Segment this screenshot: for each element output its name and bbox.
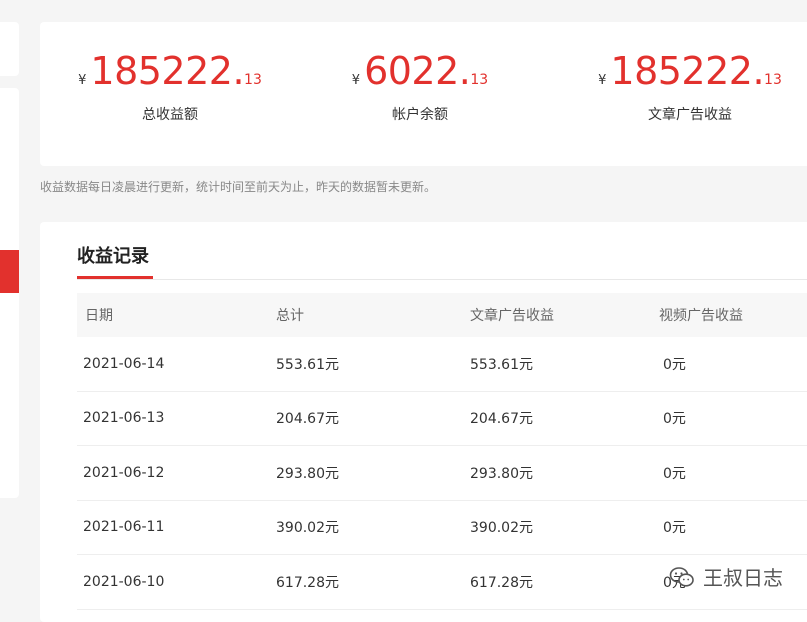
- stat-value-decimal: 13: [470, 72, 489, 88]
- column-header-date: 日期: [85, 308, 113, 324]
- watermark: 王叔日志: [669, 562, 783, 591]
- stats-card: ¥ 185222. 13 总收益额 ¥ 6022. 13 帐户余额 ¥ 1852…: [40, 22, 807, 166]
- records-tab-title[interactable]: 收益记录: [77, 242, 149, 268]
- table-row: 2021-06-14 553.61元 553.61元 0元: [77, 337, 807, 392]
- cell-video-ad: 0元: [663, 465, 686, 482]
- sidebar-menu-panel: [0, 88, 19, 498]
- cell-date: 2021-06-12: [83, 464, 165, 481]
- cell-total: 617.28元: [276, 574, 339, 591]
- cell-total: 553.61元: [276, 356, 339, 373]
- stat-value-integer: 185222.: [610, 49, 765, 93]
- currency-symbol: ¥: [351, 73, 361, 88]
- stat-value-integer: 185222.: [90, 49, 245, 93]
- watermark-text: 王叔日志: [703, 566, 783, 590]
- cell-video-ad: 0元: [663, 520, 686, 537]
- cell-date: 2021-06-14: [83, 355, 165, 372]
- wechat-icon: [669, 566, 694, 587]
- stat-label: 文章广告收益: [648, 107, 732, 123]
- stat-value-decimal: 13: [764, 72, 782, 88]
- cell-total: 204.67元: [276, 411, 339, 428]
- stat-value-decimal: 13: [244, 72, 262, 88]
- cell-article-ad: 293.80元: [470, 465, 533, 482]
- cell-article-ad: 204.67元: [470, 411, 533, 428]
- stat-label: 总收益额: [142, 107, 198, 123]
- column-header-total: 总计: [276, 308, 304, 324]
- tab-divider: [77, 279, 807, 280]
- cell-date: 2021-06-10: [83, 573, 165, 590]
- sidebar-top-panel: [0, 22, 19, 76]
- sidebar-active-item[interactable]: [0, 250, 19, 293]
- cell-article-ad: 617.28元: [470, 574, 533, 591]
- cell-video-ad: 0元: [663, 356, 686, 373]
- currency-symbol: ¥: [598, 73, 607, 88]
- stat-value-integer: 6022.: [364, 49, 471, 93]
- column-header-article-ad: 文章广告收益: [470, 308, 554, 324]
- cell-article-ad: 390.02元: [470, 520, 533, 537]
- cell-date: 2021-06-11: [83, 519, 165, 536]
- table-header: 日期 总计 文章广告收益 视频广告收益: [77, 293, 807, 337]
- stat-label: 帐户余额: [392, 107, 448, 123]
- cell-article-ad: 553.61元: [470, 356, 533, 373]
- update-notice: 收益数据每日凌晨进行更新，统计时间至前天为止，昨天的数据暂未更新。: [40, 180, 437, 194]
- cell-date: 2021-06-13: [83, 410, 165, 427]
- currency-symbol: ¥: [78, 73, 87, 88]
- cell-video-ad: 0元: [663, 411, 686, 428]
- table-row: 2021-06-13 204.67元 204.67元 0元: [77, 392, 807, 446]
- cell-total: 390.02元: [276, 520, 339, 537]
- column-header-video-ad: 视频广告收益: [659, 308, 743, 324]
- table-row: 2021-06-11 390.02元 390.02元 0元: [77, 501, 807, 555]
- cell-total: 293.80元: [276, 465, 339, 482]
- table-row: 2021-06-12 293.80元 293.80元 0元: [77, 446, 807, 501]
